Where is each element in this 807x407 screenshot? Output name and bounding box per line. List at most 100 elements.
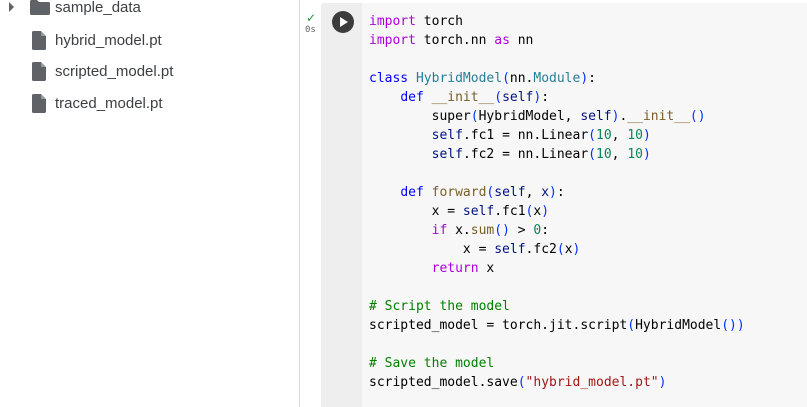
code-token: () (494, 223, 510, 238)
code-token: nn. (509, 71, 534, 86)
code-line: return x (369, 259, 745, 278)
code-token: .fc2 = nn.Linear (462, 147, 589, 162)
file-icon (32, 61, 46, 81)
code-token: scripted_model.save (369, 375, 518, 390)
code-token: ( (627, 318, 636, 333)
code-token: ( (556, 242, 565, 257)
code-token: ( (494, 90, 503, 105)
code-token: x (541, 185, 550, 200)
code-token: as (494, 33, 510, 48)
code-token: : (588, 71, 596, 86)
code-token: HybridModel, (478, 109, 581, 124)
code-token: ( (588, 147, 596, 162)
code-token: , (525, 185, 542, 200)
code-token: 10 (596, 147, 612, 162)
code-token: __init__ (431, 90, 495, 105)
code-token: : (556, 185, 565, 200)
code-line: import torch.nn as nn (369, 31, 745, 50)
code-token: ) (572, 242, 581, 257)
code-token: self (494, 185, 526, 200)
code-token: ( (588, 128, 596, 143)
code-token: self (580, 109, 612, 124)
code-token: ) (642, 128, 651, 143)
code-token: : (541, 90, 550, 105)
code-token: ) (658, 375, 667, 390)
code-token: x = (369, 242, 495, 257)
code-token: () (721, 318, 737, 333)
code-token: return (431, 261, 479, 276)
code-token: ( (517, 375, 526, 390)
code-token: import (369, 33, 416, 48)
code-line: class HybridModel(nn.Module): (369, 69, 745, 88)
check-icon: ✓ (306, 11, 317, 25)
code-token: __init__ (627, 109, 690, 124)
code-token: def (400, 90, 424, 105)
code-token: , (611, 128, 628, 143)
file-item[interactable]: hybrid_model.pt (0, 26, 299, 54)
code-line: self.fc1 = nn.Linear(10, 10) (369, 126, 745, 145)
code-token: > (509, 223, 534, 238)
file-item[interactable]: traced_model.pt (0, 89, 299, 117)
code-line: scripted_model.save("hybrid_model.pt") (369, 373, 745, 392)
code-cell[interactable]: import torch import torch.nn as nn class H… (321, 3, 807, 407)
file-browser-sidebar: sample_data hybrid_model.pt scripted_mod… (0, 0, 300, 407)
code-token: 10 (596, 128, 612, 143)
code-token: x (478, 261, 495, 276)
file-icon (32, 93, 46, 113)
file-name: scripted_model.pt (55, 62, 174, 80)
file-item[interactable]: scripted_model.pt (0, 57, 299, 85)
code-token: forward (431, 185, 487, 200)
code-token: self (431, 128, 463, 143)
execution-time: 0s (305, 25, 316, 35)
code-editor[interactable]: import torch import torch.nn as nn class H… (362, 3, 807, 407)
code-token: ) (642, 147, 651, 162)
code-token: ( (470, 109, 479, 124)
code-token: 10 (627, 128, 643, 143)
code-token: .fc1 = nn.Linear (462, 128, 589, 143)
folder-item-sample-data[interactable]: sample_data (0, 0, 299, 21)
code-token: # Save the model (369, 356, 495, 371)
code-line: self.fc2 = nn.Linear(10, 10) (369, 145, 745, 164)
code-token: class (369, 71, 409, 86)
file-icon (32, 30, 46, 50)
code-line: # Save the model (369, 354, 745, 373)
code-lines: import torch import torch.nn as nn class H… (369, 12, 745, 392)
code-line: import torch (369, 12, 745, 31)
code-token: self (462, 204, 495, 219)
code-token: self (502, 90, 534, 105)
code-token: import (369, 14, 416, 29)
code-token: "hybrid_model.pt" (525, 375, 659, 390)
code-token: sum (470, 223, 495, 238)
code-token: self (494, 242, 526, 257)
folder-name: sample_data (55, 0, 141, 16)
code-token: x (564, 242, 573, 257)
code-token: HybridModel (635, 318, 722, 333)
code-token: ( (502, 71, 510, 86)
code-line: scripted_model = torch.jit.script(Hybrid… (369, 316, 745, 335)
code-token: : (541, 223, 550, 238)
code-token: Module (533, 71, 581, 86)
code-token: torch (415, 14, 463, 29)
code-line: x = self.fc2(x) (369, 240, 745, 259)
code-token: () (689, 109, 706, 124)
code-token: HybridModel (415, 71, 503, 86)
code-token: ) (549, 185, 557, 200)
code-token: ) (580, 71, 589, 86)
code-token: ) (736, 318, 745, 333)
code-line: def forward(self, x): (369, 183, 745, 202)
file-name: hybrid_model.pt (55, 31, 162, 49)
code-token: if (431, 223, 448, 238)
code-line: super(HybridModel, self).__init__() (369, 107, 745, 126)
play-icon[interactable] (332, 11, 354, 33)
expand-caret-icon[interactable] (9, 2, 14, 12)
code-line: def __init__(self): (369, 88, 745, 107)
code-token: super (369, 109, 471, 124)
